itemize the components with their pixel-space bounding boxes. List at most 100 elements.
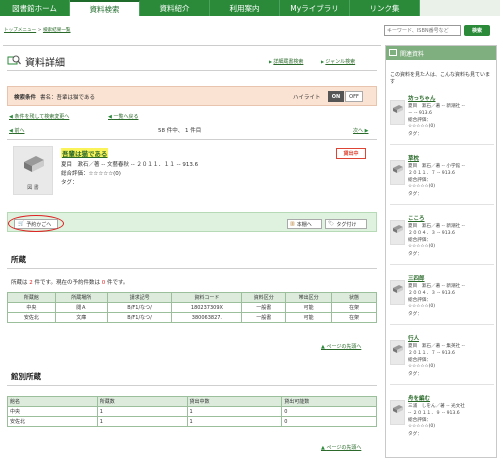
related-item: 坊っちゃん 夏目 漱石／著 -- 新潮社 -- － -- 913.6 総合評価：…: [390, 94, 496, 152]
cell-library: 中央: [7, 302, 56, 313]
related-title[interactable]: 舟を編む: [408, 394, 430, 402]
related-thumbnail: [390, 400, 405, 425]
col-loan-type: 帯出区分: [285, 292, 333, 303]
back-to-list-label[interactable]: 一覧へ戻る: [113, 114, 138, 120]
add-tag-button[interactable]: 🏷 タグ付け: [325, 219, 367, 229]
cell-holding-count: 1: [96, 406, 188, 417]
cell-item-type: 一般書: [241, 302, 287, 313]
back-to-list-link[interactable]: ◀ 一覧へ戻る: [108, 113, 138, 120]
sidebar-intro: この資料を見た人は、こんな資料も見ています: [390, 72, 491, 85]
main-panel: 資料詳細 詳細蔵書検索 ジャンル検索 検索条件 書名：吾輩は猫である ハイライト…: [3, 45, 381, 455]
branch-table: 館名 所蔵数 貸出中数 貸出可能数 中央 1 1 0 安佐北 1 1 0: [7, 396, 377, 427]
prev-label[interactable]: 前へ: [14, 128, 24, 134]
next-label[interactable]: 次へ: [353, 128, 363, 134]
cell-loan-type: 可能: [285, 312, 333, 323]
related-line: タグ：: [408, 192, 422, 197]
related-title[interactable]: 三四郎: [408, 274, 425, 282]
add-to-shelf-button[interactable]: ▥ 本棚へ: [287, 219, 322, 229]
search-button[interactable]: 検索: [464, 25, 490, 36]
related-thumbnail: [390, 280, 405, 305]
table-row: 中央 1 1 0: [7, 406, 377, 417]
nav-tab-introduction[interactable]: 資料紹介: [140, 0, 210, 16]
related-line: － -- 913.6: [408, 111, 432, 116]
nav-tab-links[interactable]: リンク集: [350, 0, 420, 16]
book-icon: [393, 285, 403, 293]
highlight-off-toggle[interactable]: OFF: [345, 91, 363, 102]
related-line: 総合評価：: [408, 418, 431, 423]
related-thumbnail: [390, 220, 405, 245]
col-item-type: 資料区分: [241, 292, 287, 303]
page-title: 資料詳細: [25, 58, 65, 69]
thumbnail-type-label: 図 書: [27, 185, 39, 191]
holdings-page-top-link[interactable]: ページの先頭へ: [321, 343, 361, 350]
related-item: 草枕 夏目 漱石／著 -- 小学館 -- ２０１１．７ -- 913.6 総合評…: [390, 154, 496, 212]
related-line: ２００４．３ -- 913.6: [408, 231, 455, 236]
col-item-code: 資料コード: [171, 292, 243, 303]
cell-item-code: 180237309X: [171, 302, 243, 313]
nav-tab-guide[interactable]: 利用案内: [210, 0, 280, 16]
col-available-count: 貸出可能数: [281, 396, 377, 407]
related-line: 三浦 しをん／著 -- 光文社: [408, 404, 465, 409]
tag-icon: 🏷: [328, 221, 335, 227]
condition-text: 書名：吾輩は猫である: [40, 95, 95, 101]
related-line: -- ２０１１．９ -- 913.6: [408, 411, 460, 416]
book-icon: [24, 156, 44, 172]
reserve-highlight-circle: [8, 215, 64, 232]
nav-tab-mylibrary[interactable]: Myライブラリ: [280, 0, 350, 16]
narrow-search-link[interactable]: ◀ 条件を残して検索変更へ: [9, 113, 69, 120]
next-link[interactable]: 次へ ▶: [353, 127, 368, 134]
search-input[interactable]: [384, 25, 461, 36]
book-title[interactable]: 吾輩は猫である: [61, 148, 109, 158]
book-tags: タグ：: [61, 180, 78, 186]
prev-link[interactable]: ◀ 前へ: [9, 127, 24, 134]
page-top-label[interactable]: ページの先頭へ: [326, 344, 361, 350]
related-thumbnail: [390, 160, 405, 185]
related-line: 総合評価：: [408, 298, 431, 303]
related-item: こころ 夏目 漱石／著 -- 新潮社 -- ２００４．３ -- 913.6 総合…: [390, 214, 496, 272]
related-materials-sidebar: 関連資料 この資料を見た人は、こんな資料も見ています 坊っちゃん 夏目 漱石／著…: [385, 45, 497, 458]
related-title[interactable]: 坊っちゃん: [408, 94, 436, 102]
branch-page-top-link[interactable]: ページの先頭へ: [321, 444, 361, 451]
summary-prefix: 所蔵は: [11, 280, 30, 286]
related-line: ２００４．３ -- 913.6: [408, 291, 455, 296]
col-location: 所蔵場所: [54, 292, 108, 303]
related-item: 行人 夏目 漱石／著 -- 集英社 -- ２０１１．７ -- 913.6 総合評…: [390, 334, 496, 392]
col-branch-name: 館名: [7, 396, 98, 407]
related-item: 三四郎 夏目 漱石／著 -- 新潮社 -- ２００４．３ -- 913.6 総合…: [390, 274, 496, 332]
cell-branch-name: 安佐北: [7, 416, 98, 427]
related-line: 夏目 漱石／著 -- 新潮社 --: [408, 224, 465, 229]
related-line: タグ：: [408, 312, 422, 317]
nav-tab-search[interactable]: 資料検索: [70, 0, 140, 16]
col-library: 所蔵館: [7, 292, 56, 303]
table-row: 中央 閲Ａ B/F1/なつ/ 180237309X 一般書 可能 在架: [7, 302, 377, 313]
related-title[interactable]: 行人: [408, 334, 419, 342]
related-line: タグ：: [408, 252, 422, 257]
cell-location: 文庫: [54, 312, 108, 323]
cell-branch-name: 中央: [7, 406, 98, 417]
genre-search-link[interactable]: ジャンル検索: [321, 58, 355, 65]
related-title[interactable]: こころ: [408, 214, 425, 222]
book-icon: [393, 225, 403, 233]
bookshelf-icon: ▥: [290, 221, 295, 227]
book-icon: [389, 49, 397, 56]
nav-tab-home[interactable]: 図書館ホーム: [0, 0, 70, 16]
cell-library: 安佐北: [7, 312, 56, 323]
related-line: タグ：: [408, 372, 422, 377]
summary-suffix: 件です。: [105, 280, 129, 286]
detail-search-link[interactable]: 詳細蔵書検索: [269, 58, 303, 65]
branch-divider: [7, 385, 377, 386]
cell-loaned-count: 1: [186, 416, 283, 427]
highlight-on-toggle[interactable]: ON: [328, 91, 344, 102]
related-title[interactable]: 草枕: [408, 154, 419, 162]
breadcrumb-current[interactable]: 検索結果一覧: [43, 28, 71, 33]
genre-search-label[interactable]: ジャンル検索: [325, 59, 355, 65]
page-top-label[interactable]: ページの先頭へ: [326, 445, 361, 451]
detail-search-label[interactable]: 詳細蔵書検索: [273, 59, 303, 65]
narrow-search-label[interactable]: 条件を残して検索変更へ: [14, 114, 69, 120]
nav-filler: [420, 0, 500, 16]
related-line: ☆☆☆☆☆(0): [408, 364, 436, 369]
breadcrumb-home-link[interactable]: トップメニュー: [4, 28, 36, 33]
book-rating: 総合評価：☆☆☆☆☆(0): [61, 171, 121, 177]
related-divider: [390, 324, 494, 325]
holdings-header-row: 所蔵館 所蔵場所 請求記号 資料コード 資料区分 帯出区分 状態: [7, 292, 377, 303]
